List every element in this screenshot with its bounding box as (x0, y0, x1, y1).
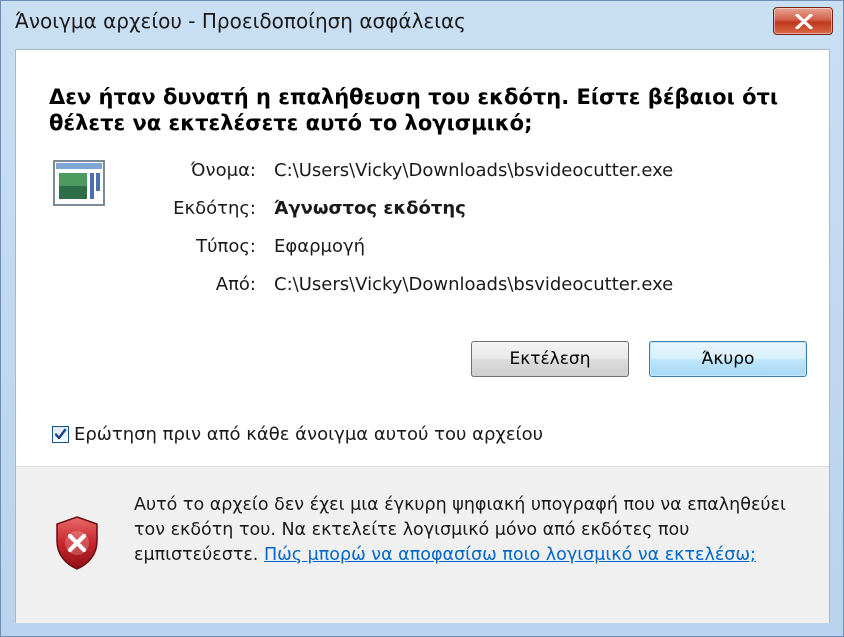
type-value: Εφαρμογή (274, 236, 366, 257)
type-row: Τύπος: Εφαρμογή (16, 236, 816, 260)
ask-before-open-checkbox[interactable] (52, 426, 69, 443)
from-label: Από: (215, 274, 256, 295)
close-icon (795, 14, 813, 29)
footer-message: Αυτό το αρχείο δεν έχει μια έγκυρη ψηφια… (134, 493, 804, 568)
run-button[interactable]: Εκτέλεση (471, 341, 629, 377)
publisher-value: Άγνωστος εκδότης (274, 198, 466, 219)
window-title: Άνοιγμα αρχείου - Προειδοποίηση ασφάλεια… (15, 9, 466, 33)
close-button[interactable] (773, 7, 833, 35)
warning-heading: Δεν ήταν δυνατή η επαλήθευση του εκδότη.… (49, 85, 779, 135)
name-value: C:\Users\Vicky\Downloads\bsvideocutter.e… (274, 160, 674, 181)
publisher-label: Εκδότης: (173, 198, 256, 219)
help-link[interactable]: Πώς μπορώ να αποφασίσω ποιο λογισμικό να… (264, 545, 756, 565)
footer-panel: Αυτό το αρχείο δεν έχει μια έγκυρη ψηφια… (16, 466, 829, 623)
security-shield-error-icon (56, 516, 98, 570)
title-bar[interactable]: Άνοιγμα αρχείου - Προειδοποίηση ασφάλεια… (1, 1, 843, 47)
security-warning-dialog: Άνοιγμα αρχείου - Προειδοποίηση ασφάλεια… (0, 0, 844, 637)
name-label: Όνομα: (190, 160, 256, 181)
cancel-button[interactable]: Άκυρο (649, 341, 807, 377)
publisher-row: Εκδότης: Άγνωστος εκδότης (16, 198, 816, 222)
from-row: Από: C:\Users\Vicky\Downloads\bsvideocut… (16, 274, 816, 298)
checkmark-icon (54, 428, 67, 440)
name-row: Όνομα: C:\Users\Vicky\Downloads\bsvideoc… (16, 160, 816, 184)
type-label: Τύπος: (196, 236, 256, 257)
dialog-content: Δεν ήταν δυνατή η επαλήθευση του εκδότη.… (15, 49, 830, 623)
from-value: C:\Users\Vicky\Downloads\bsvideocutter.e… (274, 274, 674, 295)
ask-before-open-label[interactable]: Ερώτηση πριν από κάθε άνοιγμα αυτού του … (74, 424, 543, 445)
